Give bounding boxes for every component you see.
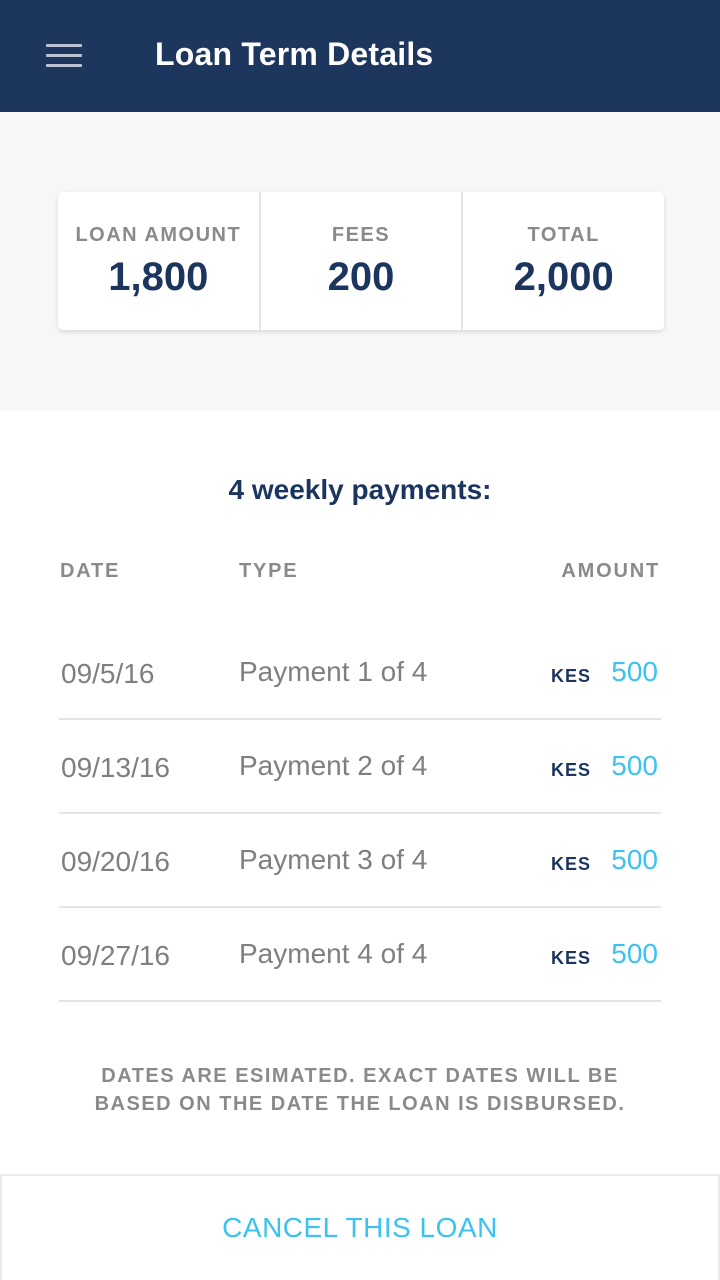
payment-row: 09/27/16 Payment 4 of 4 KES 500 [59,908,661,1002]
payment-type: Payment 2 of 4 [239,750,428,781]
column-header-amount: AMOUNT [561,560,660,582]
loan-amount-value: 1,800 [108,255,209,299]
payment-type: Payment 4 of 4 [239,938,428,969]
payment-amount: 500 [611,750,658,781]
disclaimer-text: DATES ARE ESIMATED. EXACT DATES WILL BE … [60,1062,660,1118]
payment-currency: KES [550,854,591,874]
payment-schedule-list: 09/5/16 Payment 1 of 4 KES 500 09/13/16 … [59,626,661,1002]
disclaimer-line-1: DATES ARE ESIMATED. EXACT DATES WILL BE [101,1065,619,1087]
fees-label: FEES [331,224,391,246]
payment-amount: 500 [611,656,658,687]
payment-amount: 500 [611,938,658,969]
page-title: Loan Term Details [155,36,434,72]
payment-date: 09/5/16 [61,658,155,689]
payment-type: Payment 3 of 4 [239,844,428,875]
hamburger-menu-icon[interactable] [46,44,82,68]
payment-date: 09/13/16 [61,752,170,783]
total-cell: TOTAL 2,000 [461,192,664,330]
app-bar: Loan Term Details [0,0,720,112]
payment-date: 09/27/16 [61,940,170,971]
payment-currency: KES [550,948,591,968]
payment-currency: KES [550,760,591,780]
payment-currency: KES [550,666,591,686]
fees-cell: FEES 200 [258,192,462,330]
payment-row: 09/20/16 Payment 3 of 4 KES 500 [59,814,661,908]
payment-date: 09/20/16 [61,846,170,877]
total-value: 2,000 [513,255,614,299]
disclaimer-line-2: BASED ON THE DATE THE LOAN IS DISBURSED. [94,1093,626,1115]
loan-summary-card: LOAN AMOUNT 1,800 FEES 200 TOTAL 2,000 [58,192,664,330]
total-label: TOTAL [527,224,600,246]
loan-amount-cell: LOAN AMOUNT 1,800 [58,192,259,330]
payment-type: Payment 1 of 4 [239,656,428,687]
loan-amount-label: LOAN AMOUNT [75,224,242,246]
cancel-loan-button[interactable]: CANCEL THIS LOAN [0,1174,720,1280]
cancel-loan-label: CANCEL THIS LOAN [222,1212,498,1243]
column-header-date: DATE [60,560,121,582]
column-header-type: TYPE [239,560,299,582]
payment-row: 09/5/16 Payment 1 of 4 KES 500 [59,626,661,720]
payment-amount: 500 [611,844,658,875]
payment-row: 09/13/16 Payment 2 of 4 KES 500 [59,720,661,814]
payments-title: 4 weekly payments: [228,474,492,505]
fees-value: 200 [327,255,395,299]
loan-summary-section: LOAN AMOUNT 1,800 FEES 200 TOTAL 2,000 [0,112,720,410]
